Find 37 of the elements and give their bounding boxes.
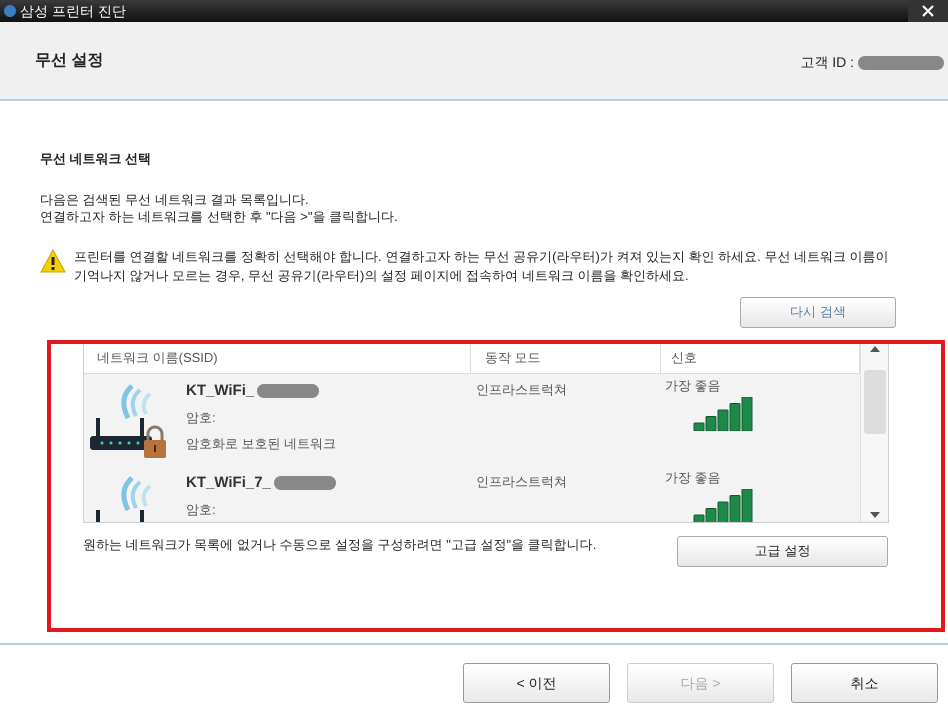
network-ssid: KT_WiFi_	[186, 380, 254, 400]
password-label: 암호:	[186, 501, 217, 519]
customer-id-label: 고객 ID :	[800, 53, 854, 72]
network-row[interactable]: KT_WiFi_7_ 암호: 인프라스트럭쳐 가장 좋음	[84, 466, 860, 522]
scroll-up-icon[interactable]	[870, 346, 880, 352]
refresh-button[interactable]: 다시 검색	[740, 296, 896, 328]
network-ssid: KT_WiFi_7_	[186, 472, 271, 492]
warning-icon	[40, 248, 66, 272]
app-globe-icon	[4, 5, 16, 17]
scrollbar[interactable]	[860, 342, 888, 522]
redaction-blot	[274, 476, 336, 490]
signal-text: 가장 좋음	[665, 468, 722, 486]
column-header[interactable]: 동작 모드	[471, 342, 661, 372]
security-text: 암호화로 보호된 네트워크	[186, 434, 336, 452]
network-row[interactable]: KT_WiFi_ 암호: 암호화로 보호된 네트워크 인프라스트럭쳐 가장 좋음	[84, 374, 860, 466]
description-text: 다음은 검색된 무선 네트워크 결과 목록입니다.	[40, 190, 310, 208]
redaction-blot	[257, 384, 320, 398]
password-label: 암호:	[186, 409, 217, 427]
advanced-settings-button[interactable]: 고급 설정	[677, 536, 888, 566]
close-icon	[922, 5, 934, 17]
signal-bars-icon	[693, 397, 753, 431]
mode-text: 인프라스트럭쳐	[475, 380, 568, 398]
section-title: 무선 네트워크 선택	[40, 150, 152, 168]
window-title: 삼성 프린터 진단	[20, 2, 126, 20]
signal-text: 가장 좋음	[665, 376, 722, 394]
warning-text: 프린터를 연결할 네트워크를 정확히 선택해야 합니다. 연결하고자 하는 무선 공유기(라우터)가 켜져 있는지 확인 하세요. 무선 네트워크 이름이 기억나지 않거나 모르는 경우, 무선 공유기(라우터)의 설정 페이지에 접속하여 네트워크 이름을 확인하세요.	[74, 248, 890, 284]
nav-button[interactable]: 취소	[791, 663, 938, 703]
advanced-hint-text: 원하는 네트워크가 목록에 없거나 수동으로 설정을 구성하려면 "고급 설정"을 클릭합니다.	[83, 536, 598, 552]
nav-button[interactable]: < 이전	[463, 663, 610, 703]
column-header[interactable]: 네트워크 이름(SSID)	[84, 342, 471, 372]
close-button[interactable]	[908, 0, 948, 22]
mode-text: 인프라스트럭쳐	[475, 472, 568, 490]
description-text: 연결하고자 하는 네트워크를 선택한 후 "다음 >"을 클릭합니다.	[40, 208, 399, 224]
page-heading: 무선 설정	[35, 50, 104, 70]
scroll-down-icon[interactable]	[870, 512, 880, 518]
scroll-thumb[interactable]	[864, 370, 886, 434]
signal-bars-icon	[693, 489, 753, 522]
